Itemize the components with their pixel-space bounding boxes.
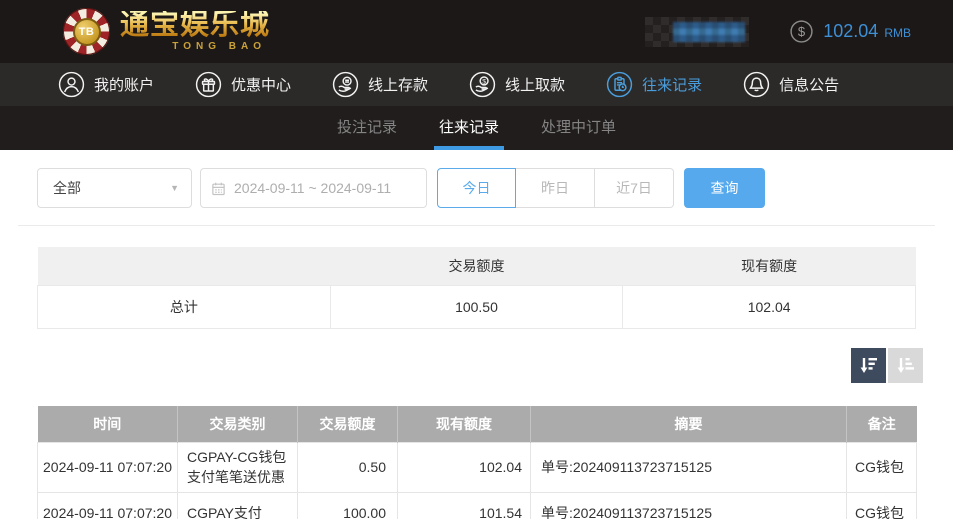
cell-remark: CG钱包 <box>847 443 917 493</box>
last-7-days-button[interactable]: 近7日 <box>595 168 674 208</box>
header-transaction-type: 交易类别 <box>178 406 298 443</box>
site-subtitle: TONG BAO <box>120 42 270 52</box>
yesterday-button[interactable]: 昨日 <box>516 168 595 208</box>
nav-item-announcements[interactable]: 信息公告 <box>743 71 839 98</box>
summary-transaction-amount: 100.50 <box>330 285 623 328</box>
header-current-balance: 现有额度 <box>398 406 531 443</box>
nav-label: 优惠中心 <box>231 74 291 95</box>
chip-monogram: TB <box>73 18 101 46</box>
balance-currency: RMB <box>884 23 911 40</box>
calendar-icon <box>211 181 226 196</box>
main-nav: 我的账户 优惠中心 线上存款 $ 线上取款 <box>0 63 953 106</box>
header-time: 时间 <box>38 406 178 443</box>
header-transaction-amount: 交易额度 <box>298 406 398 443</box>
sort-descending-icon <box>858 355 879 376</box>
withdraw-icon: $ <box>469 71 496 98</box>
nav-label: 信息公告 <box>779 74 839 95</box>
bell-icon <box>743 71 770 98</box>
today-button[interactable]: 今日 <box>437 168 516 208</box>
summary-header-empty <box>38 247 331 285</box>
nav-item-my-account[interactable]: 我的账户 <box>58 71 154 98</box>
date-range-value: 2024-09-11 ~ 2024-09-11 <box>234 180 391 196</box>
cell-remark: CG钱包 <box>847 492 917 519</box>
site-logo[interactable]: TB 通宝娱乐城 TONG BAO <box>63 8 270 55</box>
header-summary: 摘要 <box>531 406 847 443</box>
sort-ascending-button[interactable] <box>888 348 923 383</box>
cell-balance: 102.04 <box>398 443 531 493</box>
cell-time: 2024-09-11 07:07:20 <box>38 492 178 519</box>
summary-total-row: 总计 100.50 102.04 <box>38 285 916 328</box>
top-bar: TB 通宝娱乐城 TONG BAO $ 102.04 RMB <box>0 0 953 63</box>
summary-total-label: 总计 <box>38 285 331 328</box>
summary-table: 交易额度 现有额度 总计 100.50 102.04 <box>37 247 916 329</box>
cell-type: CGPAY支付 <box>178 492 298 519</box>
nav-item-withdraw[interactable]: $ 线上取款 <box>469 71 565 98</box>
cell-amount: 100.00 <box>298 492 398 519</box>
cell-summary: 单号:202409113723715125 <box>531 492 847 519</box>
svg-text:$: $ <box>798 24 806 39</box>
dollar-circle-icon: $ <box>789 19 814 44</box>
user-icon <box>58 71 85 98</box>
gift-icon <box>195 71 222 98</box>
records-icon <box>606 71 633 98</box>
tab-label: 处理中订单 <box>541 116 616 137</box>
cell-time: 2024-09-11 07:07:20 <box>38 443 178 493</box>
records-header-row: 时间 交易类别 交易额度 现有额度 摘要 备注 <box>38 406 917 443</box>
cell-type: CGPAY-CG钱包支付笔笔送优惠 <box>178 443 298 493</box>
table-row: 2024-09-11 07:07:20 CGPAY支付 100.00 101.5… <box>38 492 917 519</box>
tab-label: 往来记录 <box>439 116 499 137</box>
type-select[interactable]: 全部 ▼ <box>37 168 192 208</box>
tab-label: 投注记录 <box>337 116 397 137</box>
summary-header-row: 交易额度 现有额度 <box>38 247 916 285</box>
records-table: 时间 交易类别 交易额度 现有额度 摘要 备注 2024-09-11 07:07… <box>37 406 917 519</box>
sub-nav: 投注记录 往来记录 处理中订单 <box>0 106 953 150</box>
nav-label: 往来记录 <box>642 74 702 95</box>
caret-down-icon: ▼ <box>170 183 179 193</box>
deposit-icon <box>332 71 359 98</box>
table-row: 2024-09-11 07:07:20 CGPAY-CG钱包支付笔笔送优惠 0.… <box>38 443 917 493</box>
casino-chip-icon: TB <box>63 8 110 55</box>
site-title: 通宝娱乐城 <box>120 11 270 40</box>
nav-item-records[interactable]: 往来记录 <box>606 71 702 98</box>
tab-pending-orders[interactable]: 处理中订单 <box>536 106 621 150</box>
nav-item-deposit[interactable]: 线上存款 <box>332 71 428 98</box>
cell-balance: 101.54 <box>398 492 531 519</box>
cell-summary: 单号:202409113723715125 <box>531 443 847 493</box>
nav-item-promotions[interactable]: 优惠中心 <box>195 71 291 98</box>
sort-descending-button[interactable] <box>851 348 886 383</box>
nav-label: 我的账户 <box>94 74 154 95</box>
type-select-value: 全部 <box>53 178 81 198</box>
sort-controls <box>0 348 923 383</box>
summary-header-transaction-amount: 交易额度 <box>330 247 623 285</box>
section-divider <box>18 225 935 226</box>
censored-username <box>645 17 749 47</box>
tab-betting-records[interactable]: 投注记录 <box>332 106 402 150</box>
search-button[interactable]: 查询 <box>684 168 765 208</box>
summary-current-balance: 102.04 <box>623 285 916 328</box>
tab-transaction-records[interactable]: 往来记录 <box>434 106 504 150</box>
filter-row: 全部 ▼ 2024-09-11 ~ 2024-09-11 今日 昨日 近7日 查… <box>37 168 953 208</box>
sort-ascending-icon <box>895 355 916 376</box>
nav-label: 线上存款 <box>368 74 428 95</box>
header-remark: 备注 <box>847 406 917 443</box>
svg-text:$: $ <box>482 78 486 85</box>
balance-display: $ 102.04 RMB <box>789 19 911 44</box>
summary-header-current-balance: 现有额度 <box>623 247 916 285</box>
nav-label: 线上取款 <box>505 74 565 95</box>
balance-amount: 102.04 <box>823 21 878 42</box>
cell-amount: 0.50 <box>298 443 398 493</box>
quick-date-buttons: 今日 昨日 近7日 <box>437 168 674 208</box>
date-range-input[interactable]: 2024-09-11 ~ 2024-09-11 <box>200 168 427 208</box>
